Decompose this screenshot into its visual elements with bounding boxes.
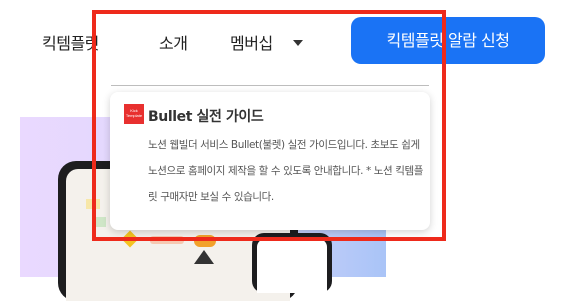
highlight-box xyxy=(92,10,446,241)
phone-screen xyxy=(257,239,327,293)
nav-brand-link[interactable]: 킥템플릿 xyxy=(42,30,99,54)
triangle-shape xyxy=(194,250,214,264)
phone-mockup xyxy=(252,233,332,293)
